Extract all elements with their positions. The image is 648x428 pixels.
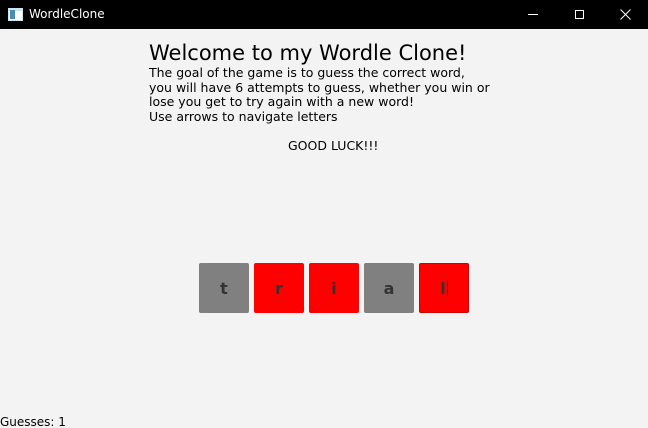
instruction-line: The goal of the game is to guess the cor… xyxy=(149,65,465,80)
letter-tile-4[interactable]: a xyxy=(364,263,414,313)
guess-row: t r i a l xyxy=(199,263,469,313)
tile-letter: a xyxy=(383,278,395,298)
text-caret xyxy=(446,280,448,296)
letter-tile-2[interactable]: r xyxy=(254,263,304,313)
instruction-line: lose you get to try again with a new wor… xyxy=(149,94,414,109)
minimize-button[interactable] xyxy=(510,0,556,29)
minimize-icon xyxy=(528,14,538,15)
title-bar[interactable]: WordleClone xyxy=(0,0,648,29)
letter-tile-5[interactable]: l xyxy=(419,263,469,313)
maximize-icon xyxy=(574,10,584,19)
app-window: WordleClone Welcome to my Wordle Clone! … xyxy=(0,0,648,428)
maximize-button[interactable] xyxy=(556,0,602,29)
good-luck-label: GOOD LUCK!!! xyxy=(288,138,379,153)
close-button[interactable] xyxy=(602,0,648,29)
tile-letter: i xyxy=(331,278,337,298)
instructions-text: The goal of the game is to guess the cor… xyxy=(149,65,490,124)
welcome-heading: Welcome to my Wordle Clone! xyxy=(149,41,467,65)
instruction-line: Use arrows to navigate letters xyxy=(149,108,338,124)
app-window-icon xyxy=(8,8,23,21)
tile-letter: r xyxy=(275,278,283,298)
tile-letter: t xyxy=(220,278,228,298)
close-icon xyxy=(619,9,631,20)
letter-tile-3[interactable]: i xyxy=(309,263,359,313)
instruction-line: you will have 6 attempts to guess, wheth… xyxy=(149,79,490,95)
letter-tile-1[interactable]: t xyxy=(199,263,249,313)
guesses-counter: Guesses: 1 xyxy=(0,415,66,428)
window-title: WordleClone xyxy=(29,7,105,21)
tile-letter: l xyxy=(440,278,446,298)
